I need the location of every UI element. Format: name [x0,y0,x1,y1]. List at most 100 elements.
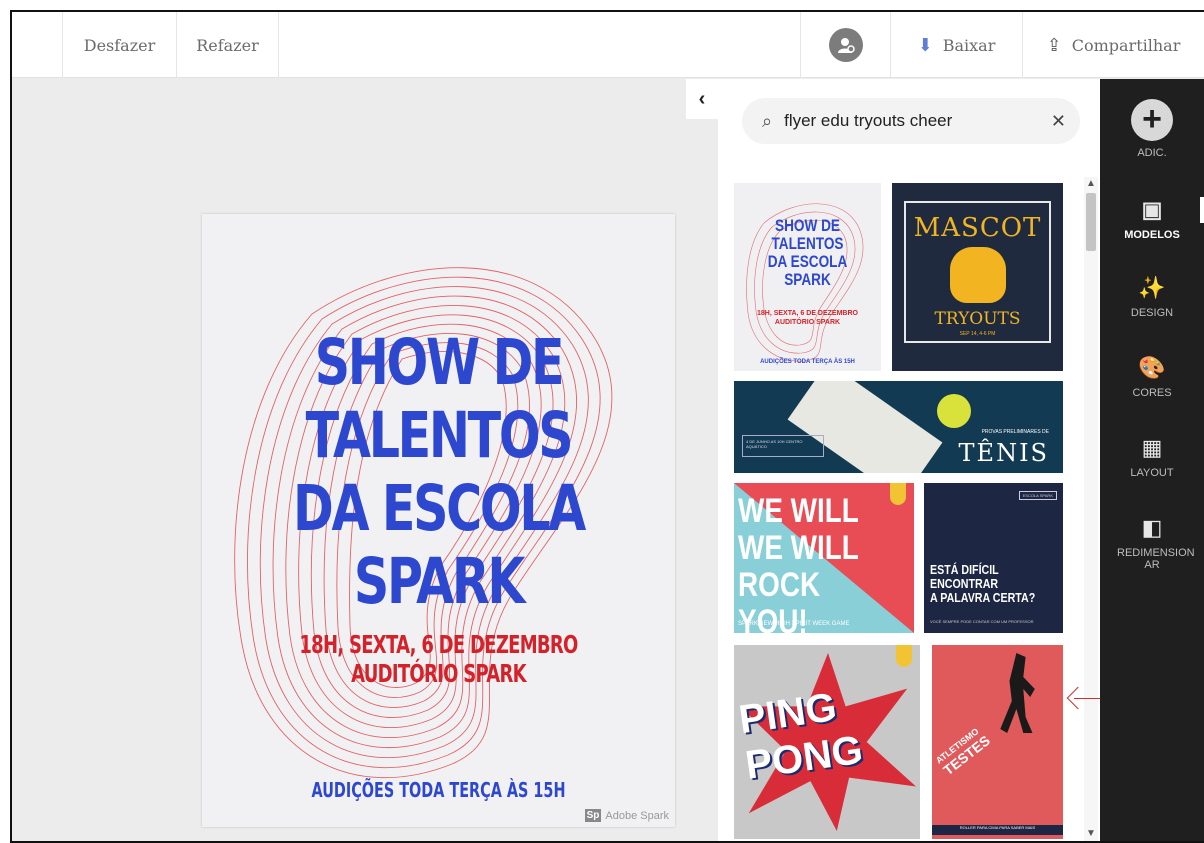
poster-title-line: SPARK [353,545,525,618]
template-title: MASCOT [913,213,1042,243]
poster-title[interactable]: SHOW DE TALENTOS DA ESCOLA SPARK [254,326,623,618]
poster-subtitle[interactable]: 18H, SEXTA, 6 DE DEZEMBRO AUDITÓRIO SPAR… [268,630,609,688]
share-label: Compartilhar [1071,35,1181,55]
tennis-ball-icon [937,394,971,428]
template-title-line: WE WILL [738,529,859,567]
templates-panel: ⌕ flyer edu tryouts cheer ✕ SHOW DE TALE… [718,79,1100,841]
template-title-line: TALENTOS [771,234,844,253]
poster-subtitle-line: 18H, SEXTA, 6 DE DEZEMBRO [299,630,578,659]
add-label: ADIC. [1137,147,1167,159]
template-subtitle: TRYOUTS [934,309,1021,329]
template-subtitle-line: AUDITÓRIO SPARK [774,319,841,326]
premium-badge-icon [896,645,912,667]
template-title-line: WE WILL [738,492,859,530]
search-icon: ⌕ [762,110,773,131]
template-title: TÊNIS [958,439,1049,467]
template-title-line: TESTES [940,732,993,779]
premium-badge-icon [890,483,906,505]
chevron-left-icon: ‹ [698,87,706,110]
template-title-line: DA ESCOLA [767,252,848,271]
template-title: WE WILL WE WILL ROCK YOU! [738,492,882,634]
template-title: ESTÁ DIFÍCIL ENCONTRAR A PALAVRA CERTA? [930,563,1035,605]
rail-item-label: DESIGN [1130,307,1174,319]
template-title-line: SPARK [784,270,831,289]
poster[interactable]: SHOW DE TALENTOS DA ESCOLA SPARK 18H, SE… [202,214,675,827]
template-date: SEP 14, 4-6 PM [959,331,996,337]
layout-icon: ▦ [1141,435,1163,460]
right-sidebar: + ADIC. ▣ MODELOS ✨ DESIGN 🎨 CORES ▦ LAY… [1100,79,1204,841]
template-thumbnail[interactable]: SHOW DE TALENTOS DA ESCOLA SPARK 18H, SE… [734,183,881,371]
share-button[interactable]: ⇪ Compartilhar [1022,12,1204,78]
template-thumbnail[interactable]: 4 DE JUNHO AS 10H CENTRO AQUÁTICO PROVAS… [734,381,1063,473]
template-subtitle: 18H, SEXTA, 6 DE DEZEMBRO AUDITÓRIO SPAR… [734,309,881,327]
scroll-up-icon[interactable]: ▲ [1084,177,1098,191]
template-title-line: ATLETISMO [933,726,981,766]
spark-logo-icon: Sp [584,809,602,822]
top-toolbar: Desfazer Refazer ⬇ Baixar ⇪ Compartilhar [12,12,1204,78]
search-input[interactable]: flyer edu tryouts cheer [784,111,1051,131]
poster-subtitle-line: AUDITÓRIO SPARK [351,659,527,688]
court-line [787,381,943,473]
template-title: SHOW DE TALENTOS DA ESCOLA SPARK [749,217,867,289]
template-footer: VOCÊ SEMPRE PODE CONTAR COM UM PROFESSOR [930,619,1034,624]
rail-item-label: MODELOS [1124,229,1180,241]
account-button[interactable] [800,12,890,78]
rail-item-label: LAYOUT [1130,467,1174,479]
search-bar[interactable]: ⌕ flyer edu tryouts cheer ✕ [742,98,1080,144]
scroll-down-icon[interactable]: ▼ [1084,827,1098,841]
collapse-panel-button[interactable]: ‹ [686,79,718,119]
adobe-spark-watermark: Sp Adobe Spark [584,809,669,822]
rail-item-design[interactable]: ✨ DESIGN [1100,275,1204,319]
poster-title-line: DA ESCOLA [292,472,586,545]
user-icon [828,28,863,62]
poster-title-line: TALENTOS [305,399,574,472]
app-window: Desfazer Refazer ⬇ Baixar ⇪ Compartilhar [10,10,1204,843]
rail-item-redimensionar[interactable]: ◧ REDIMENSION AR [1100,515,1204,571]
templates-icon: ▣ [1141,197,1163,222]
rail-item-layout[interactable]: ▦ LAYOUT [1100,435,1204,479]
template-title-line: ESTÁ DIFÍCIL [930,562,999,577]
template-footer: SPARKVIEW HIGH SPIRIT WEEK GAME [738,621,850,627]
resize-icon: ◧ [1141,515,1163,540]
rail-item-label: CORES [1132,387,1172,399]
template-thumbnail[interactable]: PING PONG [734,645,920,839]
template-title-line: SHOW DE [775,216,840,235]
template-footer: ROLLER PARA CIMA PARA SABER MAIS [932,825,1063,835]
undo-label: Desfazer [83,35,156,55]
template-thumbnail[interactable]: MASCOT TRYOUTS SEP 14, 4-6 PM [892,183,1063,371]
share-icon: ⇪ [1046,34,1062,56]
undo-button[interactable]: Desfazer [62,12,176,78]
template-title: ATLETISMO TESTES [934,665,1063,778]
scrollbar-thumb[interactable] [1086,193,1096,251]
template-thumbnail[interactable]: ESCOLA SPARK ESTÁ DIFÍCIL ENCONTRAR A PA… [924,483,1063,633]
watermark-text: Adobe Spark [605,809,669,822]
template-details: 4 DE JUNHO AS 10H CENTRO AQUÁTICO [742,435,824,457]
bear-mascot-icon [950,247,1006,303]
add-button[interactable]: + ADIC. [1100,99,1204,159]
template-thumbnail[interactable]: ATLETISMO TESTES ROLLER PARA CIMA PARA S… [932,645,1063,839]
download-icon: ⬇ [917,34,933,56]
redo-button[interactable]: Refazer [176,12,279,78]
template-title-line: ENCONTRAR [930,576,999,591]
template-subtitle-line: 18H, SEXTA, 6 DE DEZEMBRO [756,310,858,317]
rail-item-cores[interactable]: 🎨 CORES [1100,355,1204,399]
poster-title-line: SHOW DE [314,326,565,399]
plus-icon: + [1131,99,1173,141]
template-tag: PROVAS PRELIMINARES DE [981,429,1049,435]
scrollbar-track[interactable] [1084,177,1098,841]
canvas-area[interactable]: SHOW DE TALENTOS DA ESCOLA SPARK 18H, SE… [12,79,718,841]
close-icon[interactable]: ✕ [1051,111,1066,132]
rail-item-label: REDIMENSION AR [1117,547,1195,571]
template-title-line: A PALAVRA CERTA? [930,590,1036,605]
redo-label: Refazer [196,35,259,55]
template-footer: AUDIÇÕES TODA TERÇA ÀS 15H [760,359,855,365]
template-tag: ESCOLA SPARK [1018,491,1057,500]
template-thumbnail[interactable]: WE WILL WE WILL ROCK YOU! SPARKVIEW HIGH… [734,483,914,633]
palette-icon: 🎨 [1138,355,1166,380]
template-title: PING PONG [736,681,865,788]
download-label: Baixar [942,35,996,55]
download-button[interactable]: ⬇ Baixar [890,12,1022,78]
rail-item-modelos[interactable]: ▣ MODELOS [1100,197,1204,241]
poster-footer[interactable]: AUDIÇÕES TODA TERÇA ÀS 15H [268,778,609,802]
wand-icon: ✨ [1138,275,1166,300]
